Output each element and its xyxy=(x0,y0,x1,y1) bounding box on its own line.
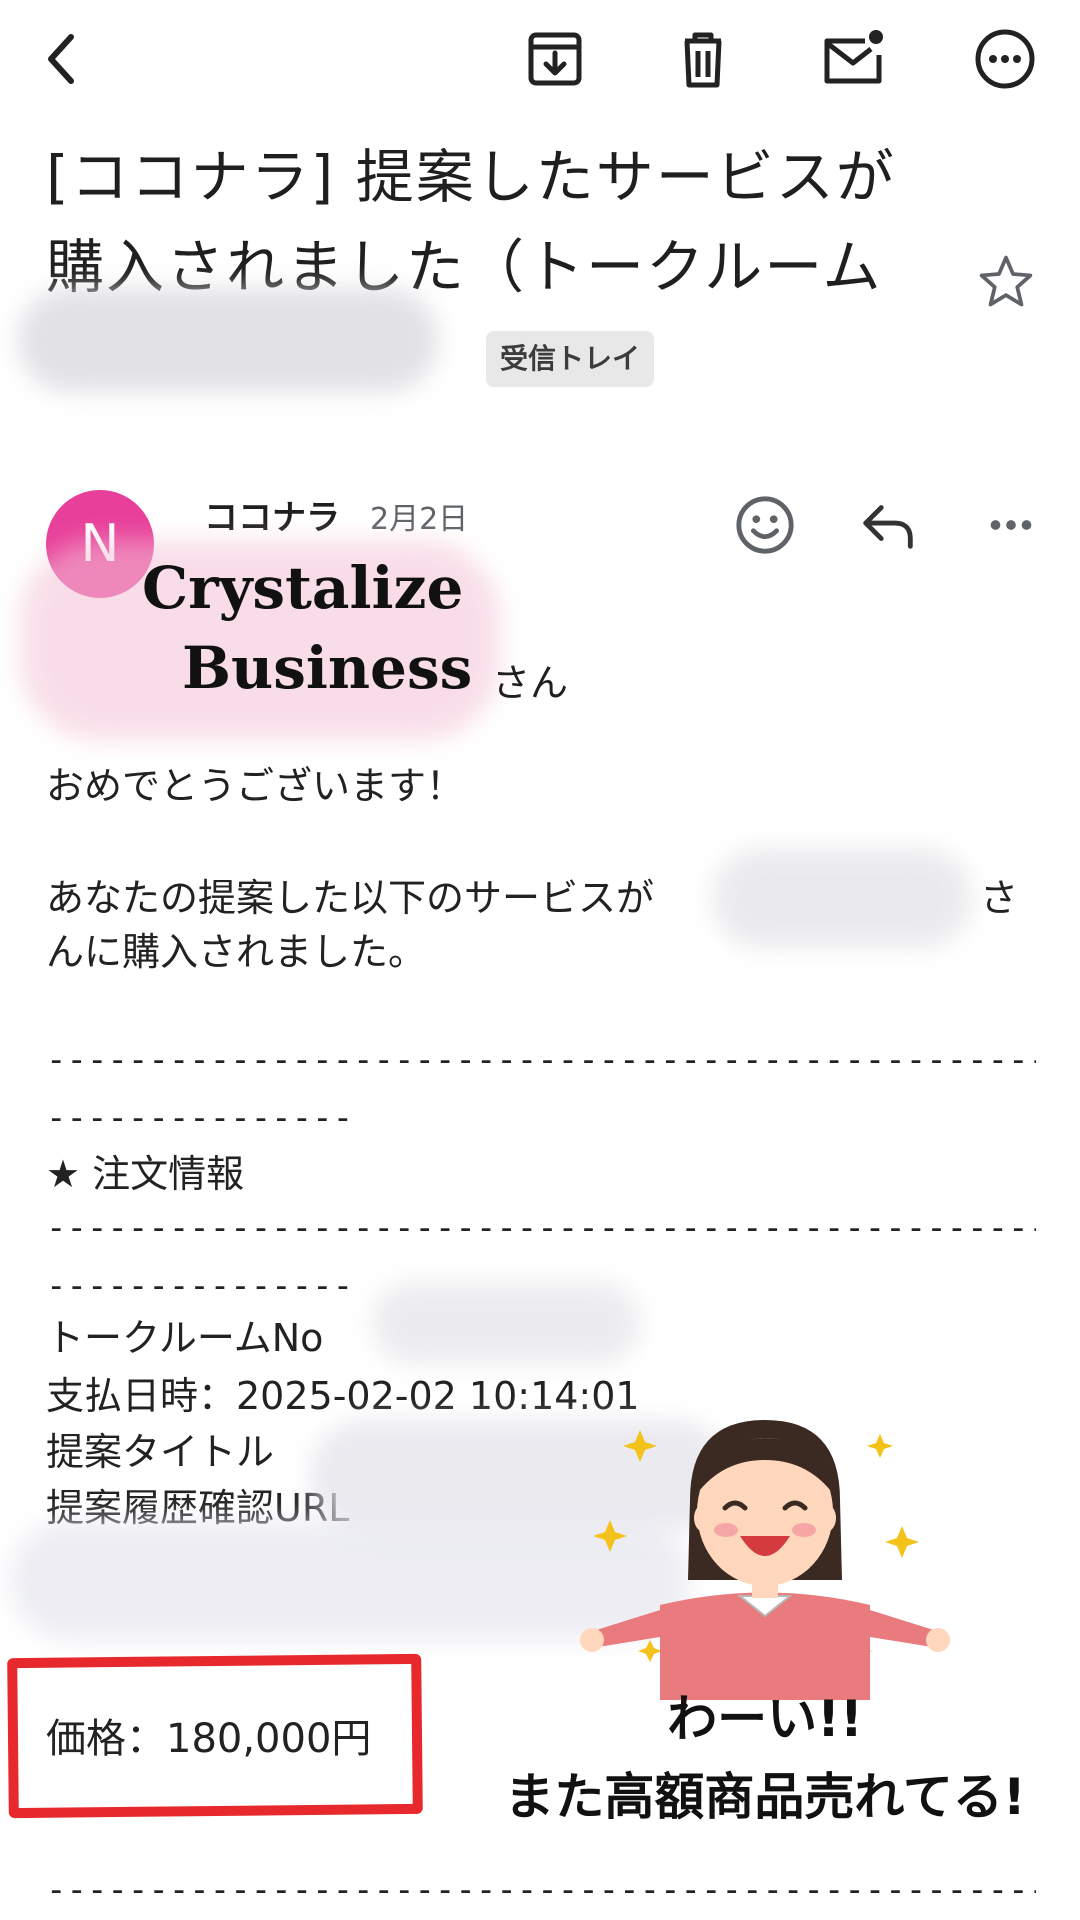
archive-icon[interactable] xyxy=(520,24,590,94)
inbox-label-chip[interactable]: 受信トレイ xyxy=(486,331,655,387)
email-subject: [ココナラ] 提案したサービスが 購入されました（トークルーム xyxy=(46,132,926,312)
divider-line: ----------------------------------------… xyxy=(46,1040,1036,1080)
divider-line: --------------- xyxy=(46,1098,354,1138)
intro-line-2: んに購入されました。 xyxy=(46,930,427,974)
more-circle-icon[interactable] xyxy=(970,24,1040,94)
subject-line-1: [ココナラ] 提案したサービスが xyxy=(46,143,896,211)
payment-datetime: 支払日時：2025-02-02 10:14:01 xyxy=(46,1374,640,1418)
brand-logo-overlay: Crystalize Business xyxy=(100,548,520,708)
divider-line: ----------------------------------------… xyxy=(46,1208,1036,1248)
message-more-icon[interactable] xyxy=(976,490,1046,560)
redacted-blur xyxy=(712,848,972,948)
celebration-caption: わーい!! また高額商品売れてる! xyxy=(470,1680,1060,1836)
congrats-text: おめでとうございます！ xyxy=(46,764,465,808)
back-arrow-icon[interactable] xyxy=(28,24,98,94)
intro-line-1-suffix: さ xyxy=(980,876,1019,920)
happy-woman-illustration xyxy=(580,1420,950,1700)
recipient-suffix: さん xyxy=(492,661,569,705)
redacted-blur xyxy=(18,288,438,392)
divider-line: ----------------------------------------… xyxy=(46,1870,1036,1910)
price-text: 価格：180,000円 xyxy=(46,1716,372,1762)
trash-icon[interactable] xyxy=(668,24,738,94)
talkroom-number: トークルームNo xyxy=(46,1316,324,1360)
proposal-title-label: 提案タイトル xyxy=(46,1430,275,1474)
brand-line-1: Crystalize xyxy=(142,554,464,622)
order-info-heading: ★ 注文情報 xyxy=(46,1152,245,1196)
caption-line-2: また高額商品売れてる! xyxy=(504,1768,1026,1826)
emoji-reaction-icon[interactable] xyxy=(730,490,800,560)
top-toolbar xyxy=(0,0,1080,130)
mail-unread-icon[interactable] xyxy=(818,24,888,94)
intro-line-1: あなたの提案した以下のサービスが xyxy=(46,876,655,920)
star-icon[interactable] xyxy=(976,252,1040,316)
reply-icon[interactable] xyxy=(854,490,924,560)
sender-name[interactable]: ココナラ xyxy=(204,490,340,539)
message-date: 2月2日 xyxy=(370,502,469,537)
redacted-blur xyxy=(372,1282,640,1364)
brand-line-2: Business xyxy=(182,634,473,702)
caption-line-1: わーい!! xyxy=(667,1690,863,1748)
